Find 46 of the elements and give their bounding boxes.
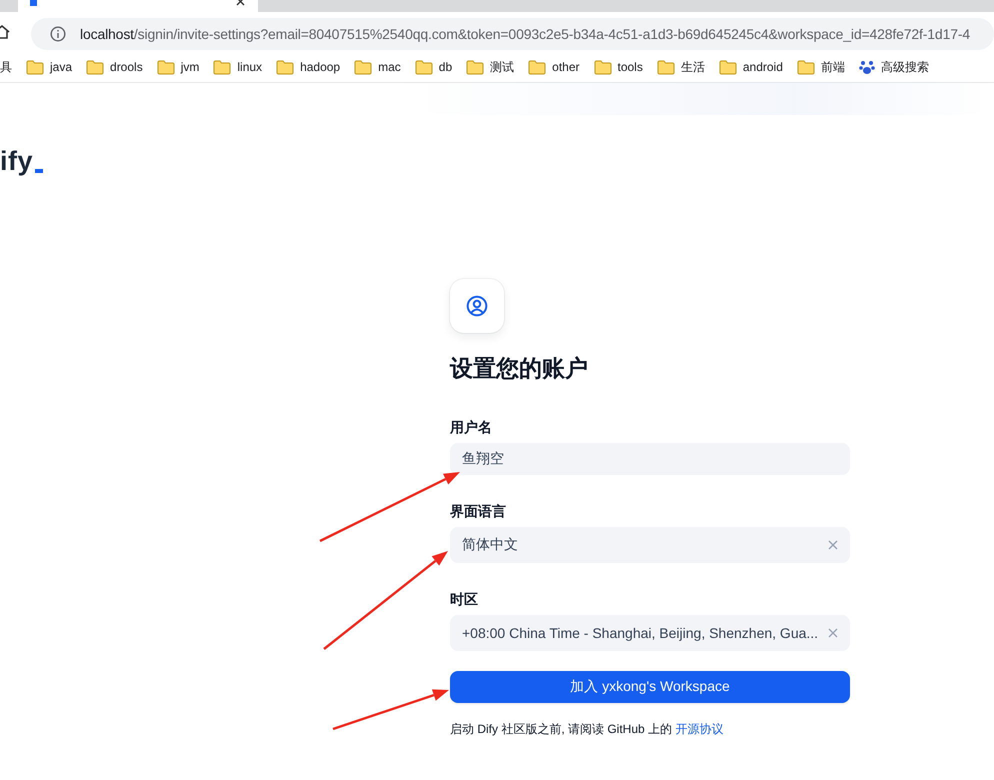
folder-icon xyxy=(354,60,372,74)
bookmark-item[interactable]: db xyxy=(408,55,460,79)
folder-icon xyxy=(528,60,546,74)
user-circle-icon xyxy=(466,295,488,317)
select-field[interactable]: +08:00 China Time - Shanghai, Beijing, Shenzhen, Gua... xyxy=(450,615,850,651)
folder-icon xyxy=(276,60,294,74)
folder-icon xyxy=(414,60,433,74)
bookmark-item[interactable]: 前端 xyxy=(790,55,852,79)
folder-icon xyxy=(213,60,232,74)
select-field[interactable]: 简体中文 xyxy=(450,527,850,563)
join-workspace-button[interactable]: 加入 yxkong's Workspace xyxy=(450,671,850,703)
field-label: 用户名 xyxy=(450,418,493,437)
folder-icon xyxy=(594,60,612,74)
favicon-icon xyxy=(30,0,37,6)
bookmark-item[interactable]: jvm xyxy=(150,55,206,79)
paw-icon xyxy=(858,59,875,75)
bookmark-item[interactable]: drools xyxy=(79,55,150,79)
folder-icon xyxy=(156,60,175,74)
bookmark-item[interactable]: linux xyxy=(206,55,270,79)
info-icon[interactable] xyxy=(50,26,66,42)
bookmark-item[interactable]: 具 xyxy=(0,55,19,79)
input-field[interactable]: 鱼翔空 xyxy=(450,443,850,475)
bookmark-item[interactable]: other xyxy=(521,55,586,79)
bookmark-item[interactable]: 生活 xyxy=(650,55,712,79)
folder-icon xyxy=(796,60,815,74)
logo-cursor-mark xyxy=(35,169,44,173)
license-link[interactable]: 开源协议 xyxy=(675,722,724,736)
field-label: 时区 xyxy=(450,590,479,609)
bookmark-item[interactable]: hadoop xyxy=(269,55,348,79)
page-title: 设置您的账户 xyxy=(450,354,589,383)
bookmark-item[interactable]: 高级搜索 xyxy=(852,55,936,79)
bookmark-item[interactable]: java xyxy=(19,55,80,79)
folder-icon xyxy=(718,60,737,74)
folder-icon xyxy=(656,60,675,74)
bookmark-item[interactable]: android xyxy=(712,55,790,79)
license-notice: 启动 Dify 社区版之前, 请阅读 GitHub 上的 开源协议 xyxy=(450,721,724,738)
folder-icon xyxy=(86,60,104,74)
logo: ify xyxy=(0,146,34,177)
folder-icon xyxy=(26,60,44,74)
bookmark-item[interactable]: 测试 xyxy=(459,55,522,79)
address-bar[interactable]: localhost/signin/invite-settings?email=80407515%2540qq.com&token=0093c2e5-b34a-4c51-a1d3-b69d645245c4&workspace_id=428fe72f-1d17-4 xyxy=(31,18,994,50)
field-label: 界面语言 xyxy=(450,502,507,521)
bookmark-item[interactable]: tools xyxy=(586,55,650,79)
tab-close-icon[interactable] xyxy=(236,0,246,8)
bookmark-item[interactable]: mac xyxy=(347,55,408,79)
folder-icon xyxy=(466,60,484,74)
